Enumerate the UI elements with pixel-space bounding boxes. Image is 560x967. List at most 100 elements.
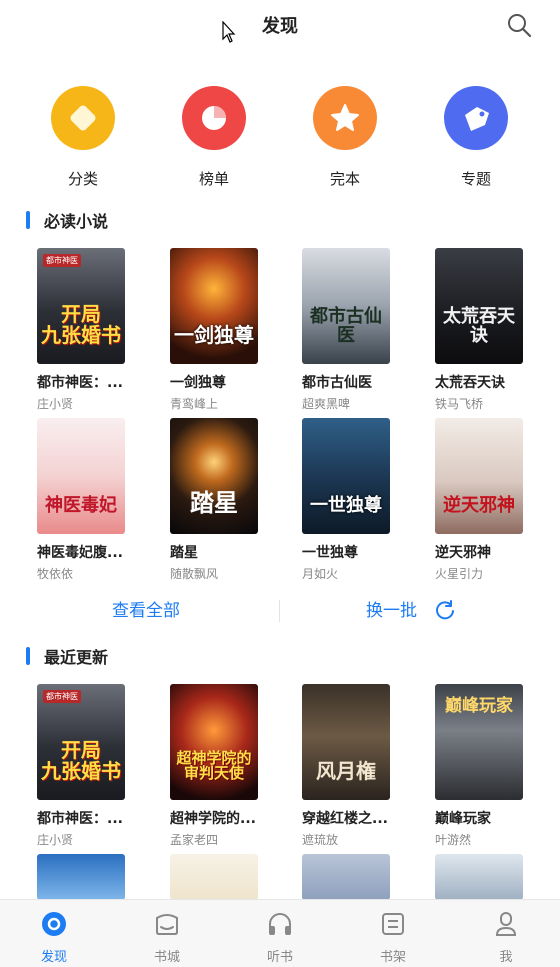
bookstore-icon [156,914,178,935]
book-title: 一世独尊 [302,545,358,561]
book-author: 随散飘风 [170,567,219,581]
book-card[interactable]: 神医毒妃 神医毒妃腹... 牧依依 [37,418,147,582]
cover-badge: 都市神医 [43,254,81,267]
book-author: 月如火 [302,567,339,581]
tab-bookshelf[interactable]: 书架 [353,910,433,965]
tab-bookstore[interactable]: 书城 [127,910,207,965]
book-cover: 一剑独尊 [170,248,258,364]
tab-label: 书城 [153,950,180,965]
book-card[interactable]: 都市古仙医 都市古仙医 超爽黑啤 [302,248,412,412]
book-cover-partial[interactable] [435,854,523,900]
cover-title-art: 踏星 [190,488,238,517]
section-accent-bar [26,211,30,229]
category-label: 完本 [329,170,360,188]
view-all-button[interactable]: 查看全部 [112,596,180,621]
section-title-text: 必读小说 [44,212,109,231]
book-author: 青鸾峰上 [170,397,219,411]
cover-title-art: 开局 九张婚书 [41,302,121,347]
book-author: 遮琉放 [302,833,339,847]
finished-star-icon [313,86,377,150]
section-title-must-read: 必读小说 [26,209,108,231]
tab-label: 听书 [266,950,293,965]
section-title-text: 最近更新 [44,648,109,667]
category-icon [51,86,115,150]
book-card[interactable]: 都市神医 开局 九张婚书 都市神医：... 庄小贤 [37,248,147,412]
book-cover: 巅峰玩家 [435,684,523,800]
book-cover: 都市神医 开局 九张婚书 [37,248,125,364]
book-cover: 都市古仙医 [302,248,390,364]
book-card[interactable]: 巅峰玩家 巅峰玩家 叶游然 [435,684,545,848]
cover-title-art: 一世独尊 [310,495,382,517]
category-shortcuts: 分类 榜单 完本 专题 [0,86,560,196]
book-cover-partial[interactable] [302,854,390,900]
search-icon[interactable] [506,12,532,38]
cover-title-art: 都市古仙医 [310,306,382,347]
topic-tag-icon [444,86,508,150]
category-button-topic[interactable]: 专题 [426,86,526,189]
refresh-batch-button[interactable]: 换一批 [366,596,417,621]
book-author: 庄小贤 [37,397,74,411]
book-title: 逆天邪神 [435,545,491,561]
book-title: 踏星 [170,545,198,561]
book-title: 太荒吞天诀 [435,375,505,391]
book-cover: 一世独尊 [302,418,390,534]
cover-title-art: 逆天邪神 [443,495,515,517]
book-title: 都市古仙医 [302,375,372,391]
refresh-icon[interactable] [434,599,456,621]
cover-title-art: 一剑独尊 [174,323,254,347]
tab-discover[interactable]: 发现 [14,910,94,965]
book-card[interactable]: 一世独尊 一世独尊 月如火 [302,418,412,582]
book-cover: 超神学院的 审判天使 [170,684,258,800]
category-button-ranking[interactable]: 榜单 [164,86,264,189]
book-cover: 都市神医 开局 九张婚书 [37,684,125,800]
book-title: 穿越红楼之... [302,811,388,827]
divider [279,600,280,622]
tab-audiobook[interactable]: 听书 [240,910,320,965]
page-title: 发现 [262,16,298,37]
bottom-tab-bar: 发现 书城 听书 书架 我 [0,899,560,967]
book-title: 一剑独尊 [170,375,226,391]
section-title-recent: 最近更新 [26,645,108,667]
book-cover-partial[interactable] [37,854,125,900]
book-title: 都市神医：... [37,811,123,827]
cover-title-art: 神医毒妃 [45,495,117,517]
mouse-cursor-icon [222,21,236,43]
discover-icon [42,912,66,936]
book-author: 超爽黑啤 [302,397,351,411]
cover-badge: 都市神医 [43,690,81,703]
book-card[interactable]: 超神学院的 审判天使 超神学院的... 孟家老四 [170,684,280,848]
book-title: 超神学院的... [170,811,256,827]
tab-profile[interactable]: 我 [466,910,546,965]
book-cover: 神医毒妃 [37,418,125,534]
section-accent-bar [26,647,30,665]
book-cover: 风月権 [302,684,390,800]
book-card[interactable]: 风月権 穿越红楼之... 遮琉放 [302,684,412,848]
bookshelf-icon [382,913,404,935]
profile-icon [495,912,517,936]
book-card[interactable]: 太荒吞天诀 太荒吞天诀 铁马飞桥 [435,248,545,412]
book-card[interactable]: 逆天邪神 逆天邪神 火星引力 [435,418,545,582]
book-card[interactable]: 都市神医 开局 九张婚书 都市神医：... 庄小贤 [37,684,147,848]
book-cover: 太荒吞天诀 [435,248,523,364]
book-title: 神医毒妃腹... [37,545,123,561]
tab-label: 书架 [379,950,406,965]
book-author: 庄小贤 [37,833,74,847]
cover-title-art: 巅峰玩家 [445,696,513,716]
book-cover: 逆天邪神 [435,418,523,534]
book-author: 叶游然 [435,833,472,847]
headphones-icon [269,913,291,935]
book-title: 都市神医：... [37,375,123,391]
category-button-classify[interactable]: 分类 [33,86,133,189]
book-author: 孟家老四 [170,833,219,847]
cover-title-art: 开局 九张婚书 [41,738,121,783]
book-card[interactable]: 一剑独尊 一剑独尊 青鸾峰上 [170,248,280,412]
tab-label: 我 [499,950,513,965]
category-button-finished[interactable]: 完本 [295,86,395,189]
cover-title-art: 超神学院的 审判天使 [176,748,252,783]
book-author: 铁马飞桥 [435,397,484,411]
book-card[interactable]: 踏星 踏星 随散飘风 [170,418,280,582]
book-author: 牧依依 [37,567,74,581]
category-label: 专题 [460,170,491,188]
book-cover-partial[interactable] [170,854,258,900]
book-title: 巅峰玩家 [435,811,491,827]
